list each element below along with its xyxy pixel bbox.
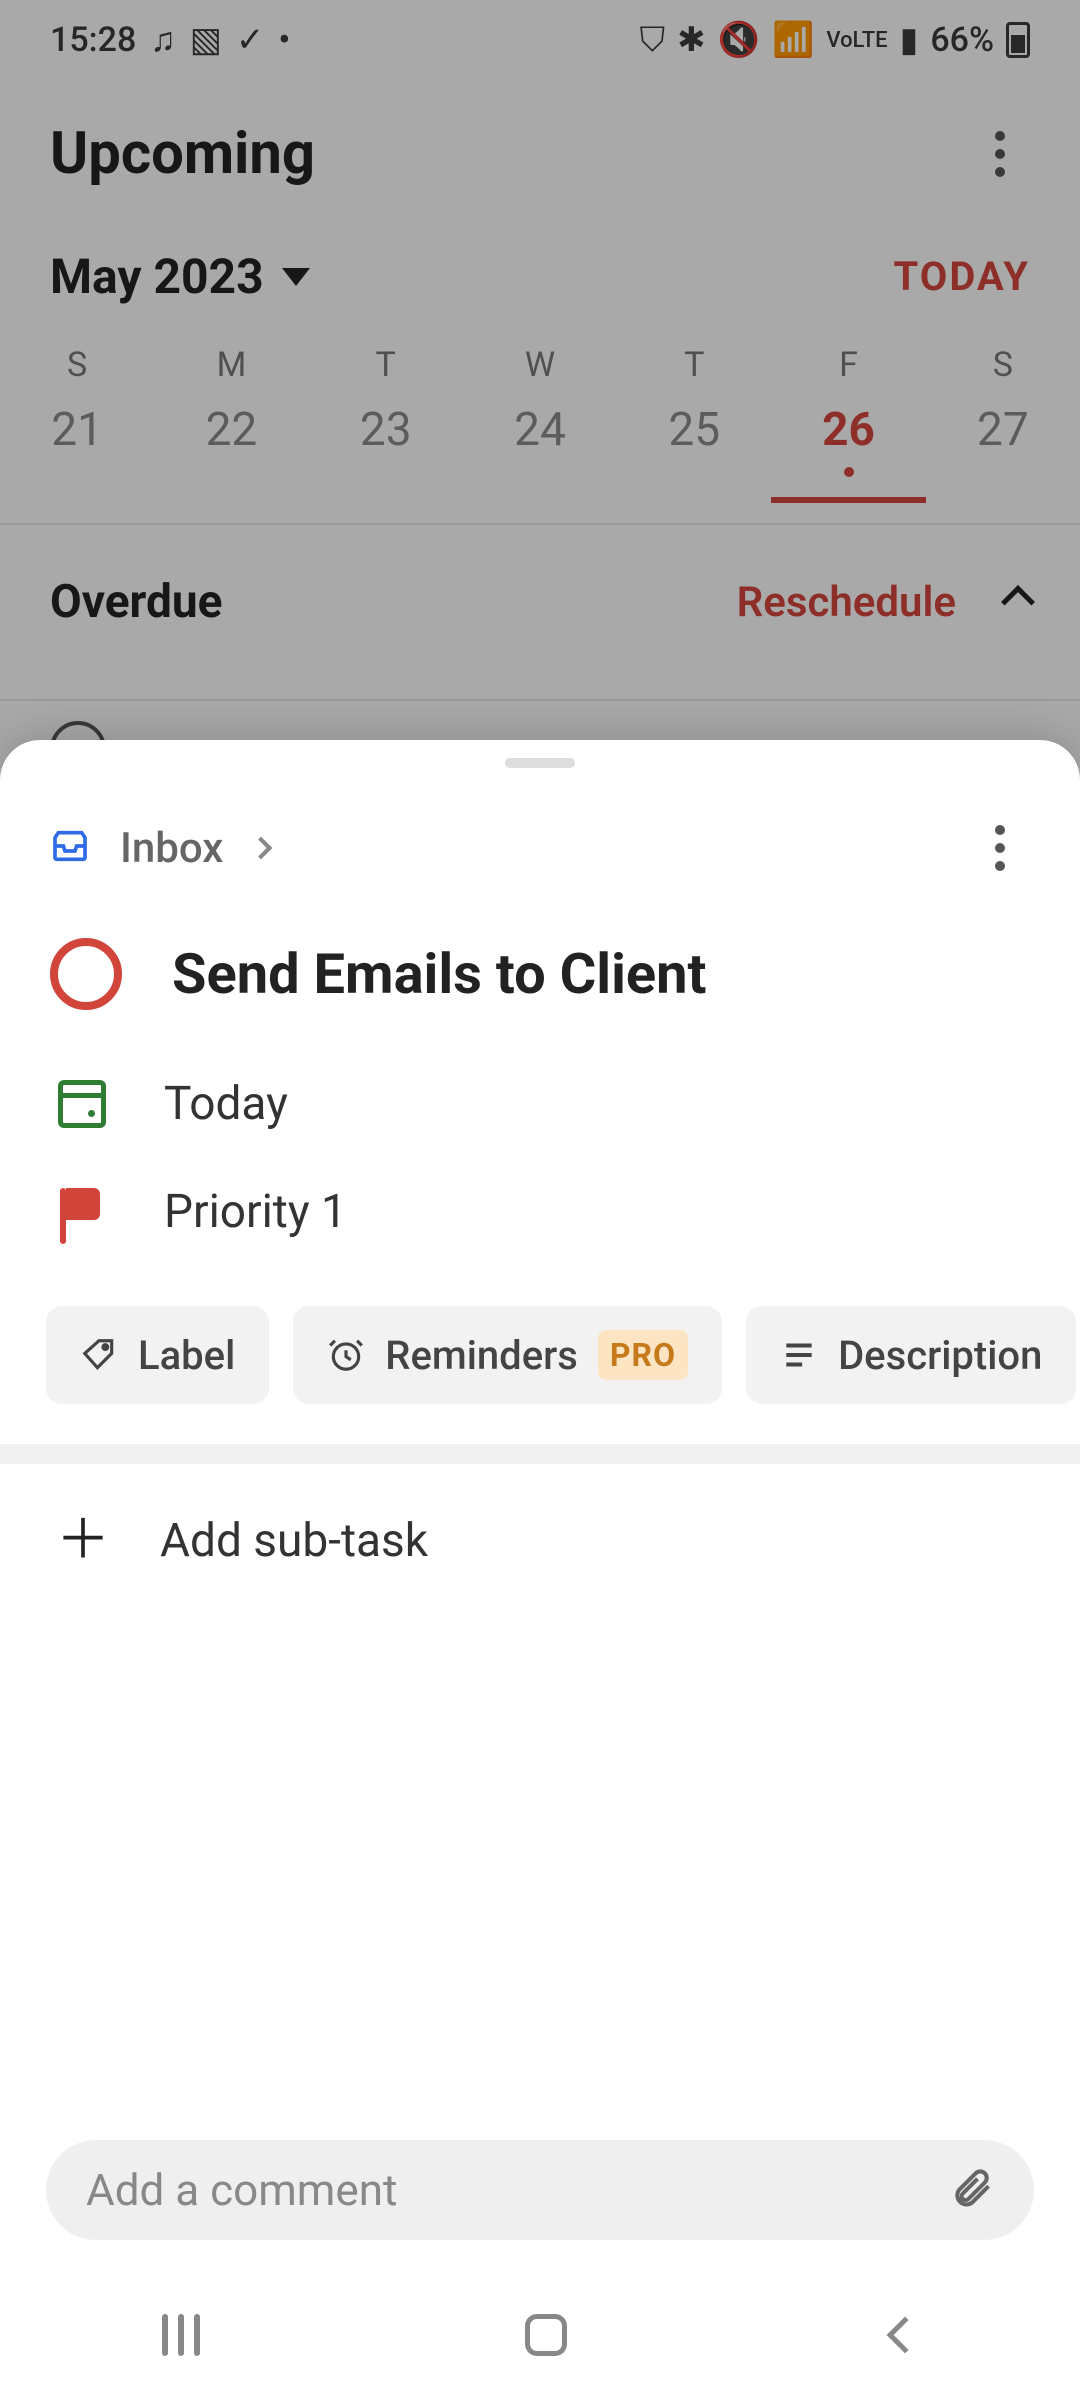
- nav-home-button[interactable]: [525, 2314, 567, 2356]
- sheet-grabber[interactable]: [505, 758, 575, 768]
- plus-icon: ＋: [56, 1514, 110, 1568]
- attachment-icon[interactable]: [950, 2166, 994, 2214]
- alarm-icon: [327, 1336, 365, 1374]
- breadcrumb-label: Inbox: [120, 824, 223, 873]
- task-complete-checkbox[interactable]: [50, 938, 122, 1010]
- task-detail-sheet: Inbox Send Emails to Client Today Priori…: [0, 740, 1080, 2400]
- comment-placeholder: Add a comment: [86, 2164, 397, 2216]
- pro-badge: PRO: [598, 1330, 688, 1380]
- tag-icon: [80, 1336, 118, 1374]
- chevron-right-icon: [250, 837, 273, 860]
- attribute-chips[interactable]: Label Reminders PRO Description: [0, 1266, 1080, 1444]
- inbox-icon: [50, 826, 90, 870]
- add-subtask-button[interactable]: ＋ Add sub-task: [0, 1464, 1080, 1618]
- due-date-row[interactable]: Today: [0, 1050, 1080, 1158]
- project-breadcrumb[interactable]: Inbox: [50, 824, 269, 873]
- description-chip[interactable]: Description: [746, 1306, 1076, 1404]
- add-subtask-label: Add sub-task: [160, 1514, 428, 1568]
- android-navbar: [0, 2270, 1080, 2400]
- priority-row[interactable]: Priority 1: [0, 1158, 1080, 1266]
- task-title[interactable]: Send Emails to Client: [172, 941, 706, 1007]
- due-date-label: Today: [164, 1077, 288, 1131]
- description-icon: [780, 1336, 818, 1374]
- priority-label: Priority 1: [164, 1185, 347, 1239]
- label-chip[interactable]: Label: [46, 1306, 269, 1404]
- comment-input[interactable]: Add a comment: [46, 2140, 1034, 2240]
- reminders-chip[interactable]: Reminders PRO: [293, 1306, 722, 1404]
- nav-back-button[interactable]: [886, 2317, 923, 2354]
- sheet-divider: [0, 1444, 1080, 1464]
- calendar-today-icon: [58, 1080, 106, 1128]
- task-more-button[interactable]: [970, 818, 1030, 878]
- nav-recents-button[interactable]: [162, 2314, 200, 2356]
- flag-icon: [60, 1188, 104, 1236]
